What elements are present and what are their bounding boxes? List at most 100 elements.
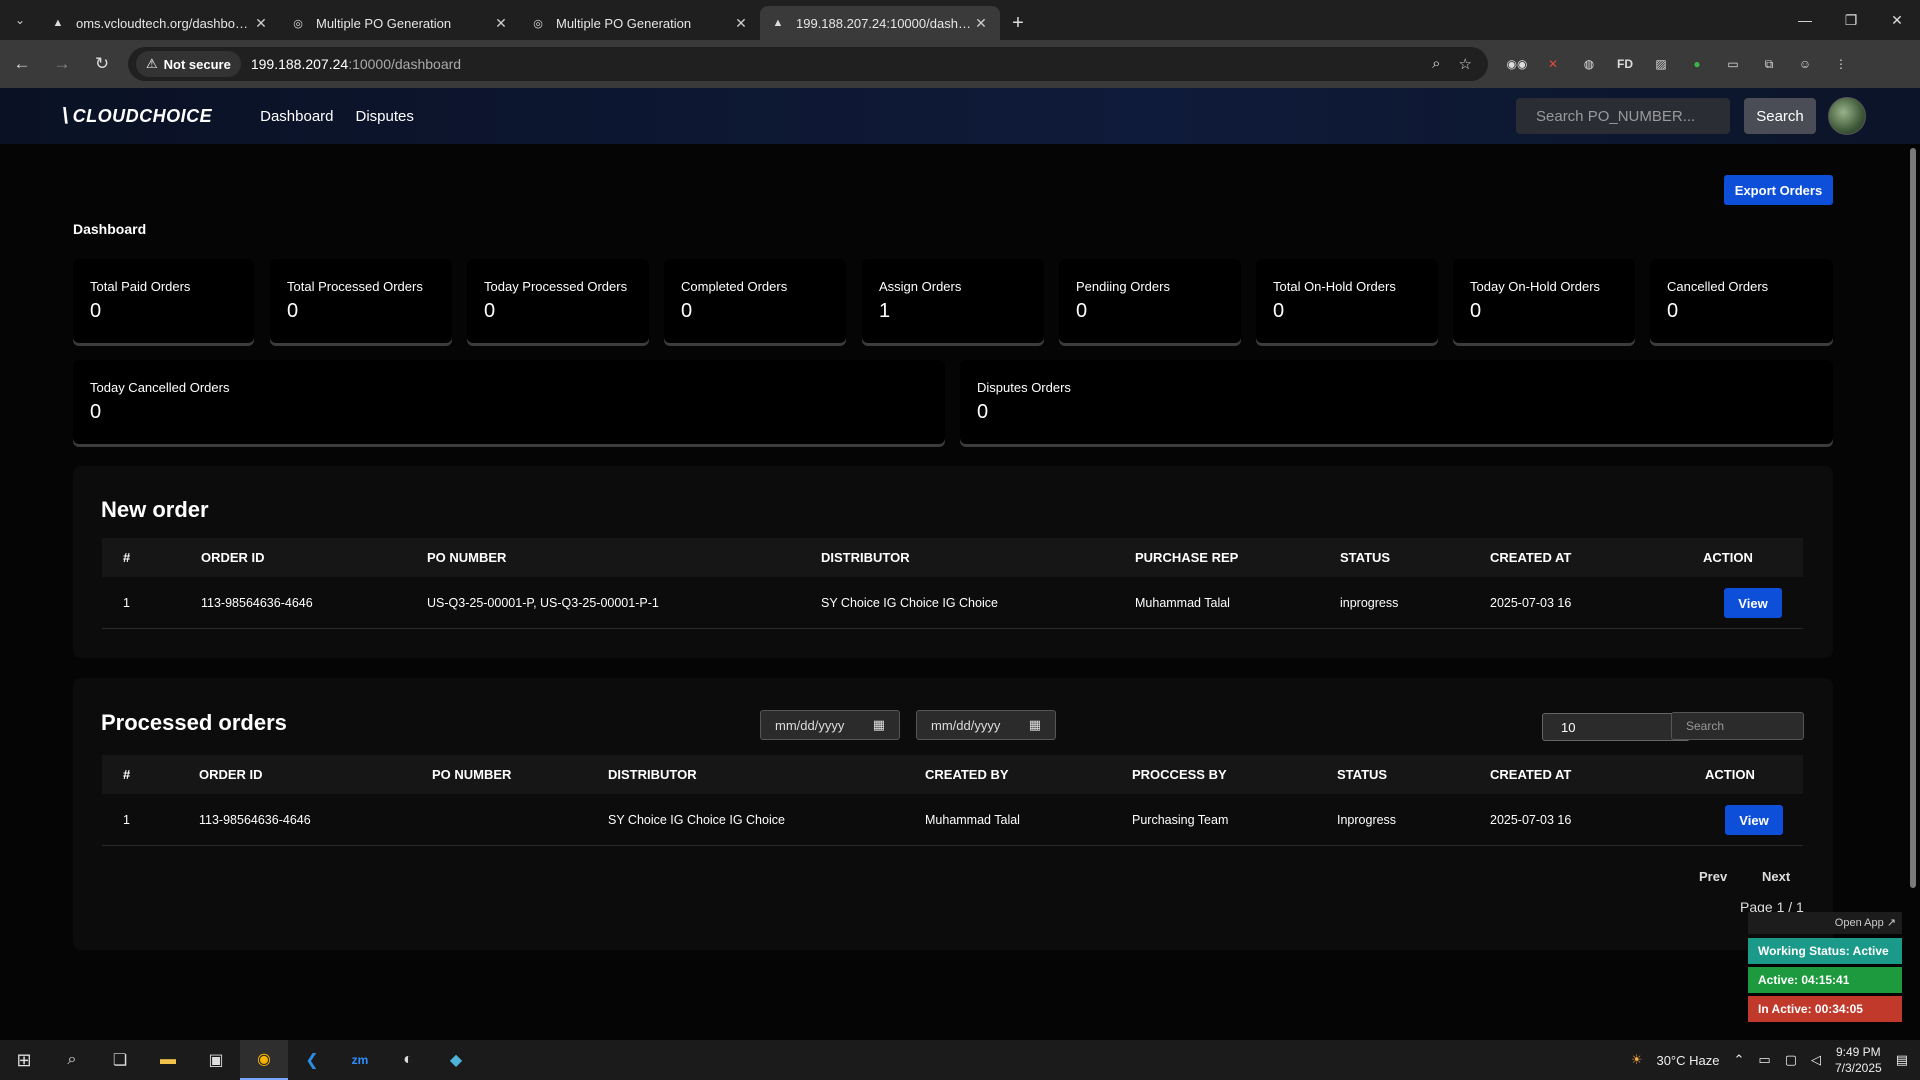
back-icon[interactable]: ← [4,46,40,82]
page-scrollbar[interactable] [1906,144,1920,1040]
extensions-puzzle-icon[interactable]: ⧉ [1758,53,1780,75]
tab-title: Multiple PO Generation [556,15,692,31]
row-status: inprogress [1340,595,1399,610]
avatar[interactable] [1828,97,1866,135]
file-explorer-icon[interactable]: ▬ [144,1040,192,1080]
profile-icon[interactable]: ☺ [1794,53,1816,75]
minimize-icon[interactable]: — [1782,0,1828,40]
stat-label: Today Cancelled Orders [90,380,230,395]
scrollbar-thumb[interactable] [1910,148,1916,888]
tab-search-icon[interactable]: ⌄ [0,0,40,40]
row-distributor: SY Choice IG Choice IG Choice [821,595,998,610]
zoom-icon[interactable]: ⌕ [1432,55,1440,73]
stat-value: 1 [879,300,891,322]
browser-menu-icon[interactable]: ⋮ [1830,53,1852,75]
stat-label: Cancelled Orders [1667,279,1769,294]
clock[interactable]: 9:49 PM 7/3/2025 [1835,1044,1882,1076]
network-icon[interactable]: ▢ [1785,1052,1797,1068]
col-created-by: CREATED BY [925,767,1009,782]
page-size-select[interactable]: 10 ⌄ [1542,713,1690,741]
stat-label: Total Paid Orders [90,279,191,294]
browser-tab-2[interactable]: ◎ Multiple PO Generation ✕ [280,6,520,40]
col-order-id: ORDER ID [199,767,263,782]
date-from-input[interactable]: mm/dd/yyyy ▦ [760,710,900,740]
stat-label: Disputes Orders [977,380,1071,395]
header-search-area: Search [1516,97,1866,135]
tab-close-icon[interactable]: ✕ [972,15,990,32]
extension-close-icon[interactable]: ✕ [1542,53,1564,75]
stat-value: 0 [287,300,299,322]
col-purchase-rep: PURCHASE REP [1135,550,1239,565]
url-text[interactable]: 199.188.207.24:10000/dashboard [251,56,461,72]
new-tab-icon[interactable]: + [1000,6,1036,40]
browser-tab-3[interactable]: ◎ Multiple PO Generation ✕ [520,6,760,40]
forward-icon[interactable]: → [44,46,80,82]
nav-dashboard[interactable]: Dashboard [260,108,333,125]
row-order-id: 113-98564636-4646 [199,812,311,827]
volume-icon[interactable]: ◁ [1811,1052,1821,1068]
battery-icon[interactable]: ▭ [1758,1052,1770,1068]
tray-chevron-icon[interactable]: ⌃ [1733,1052,1744,1068]
date-to-input[interactable]: mm/dd/yyyy ▦ [916,710,1056,740]
open-app-link[interactable]: Open App ↗ [1748,912,1902,934]
next-page-button[interactable]: Next [1762,869,1790,884]
browser-tab-1[interactable]: ▲ oms.vcloudtech.org/dashboard ✕ [40,6,280,40]
col-action: ACTION [1703,550,1753,565]
logo[interactable]: \ CLOUDCHOICE [62,103,212,129]
app-drop-icon[interactable]: ◐ [384,1040,432,1080]
po-search-input[interactable] [1516,98,1730,134]
store-icon[interactable]: ▣ [192,1040,240,1080]
view-button[interactable]: View [1724,588,1782,618]
close-window-icon[interactable]: ✕ [1874,0,1920,40]
task-view-icon[interactable]: ❏ [96,1040,144,1080]
stat-card-completed: Completed Orders 0 [664,259,846,343]
page-size-value: 10 [1561,719,1576,735]
browser-tab-strip: ⌄ ▲ oms.vcloudtech.org/dashboard ✕ ◎ Mul… [0,0,1920,40]
calendar-icon[interactable]: ▦ [873,717,885,733]
export-orders-button[interactable]: Export Orders [1724,175,1833,205]
nav-disputes[interactable]: Disputes [356,108,414,125]
reload-icon[interactable]: ↻ [84,46,120,82]
search-button[interactable]: Search [1744,98,1816,134]
view-button[interactable]: View [1725,805,1783,835]
date-to-placeholder: mm/dd/yyyy [931,717,1001,733]
security-chip[interactable]: ⚠ Not secure [136,51,241,77]
extension-fd-icon[interactable]: FD [1614,53,1636,75]
bookmark-star-icon[interactable]: ☆ [1459,55,1472,73]
vscode-icon[interactable]: ❮ [288,1040,336,1080]
notifications-icon[interactable]: ▤ [1896,1052,1908,1068]
browser-tab-4[interactable]: ▲ 199.188.207.24:10000/dashboard ✕ [760,6,1000,40]
stat-card-cancelled: Cancelled Orders 0 [1650,259,1833,343]
stat-label: Today Processed Orders [484,279,628,294]
chrome-icon[interactable]: ◉ [240,1040,288,1080]
stat-value: 0 [977,401,989,423]
weather-icon[interactable]: ☀ [1631,1052,1643,1068]
extension-cast-icon[interactable]: ▭ [1722,53,1744,75]
tab-close-icon[interactable]: ✕ [732,15,750,32]
omnibox[interactable]: ⚠ Not secure 199.188.207.24:10000/dashbo… [128,47,1488,81]
extension-green-icon[interactable]: ● [1686,53,1708,75]
prev-page-button[interactable]: Prev [1699,869,1727,884]
search-icon[interactable]: ⌕ [48,1040,96,1080]
tab-close-icon[interactable]: ✕ [492,15,510,32]
extension-globe-icon[interactable]: ◍ [1578,53,1600,75]
col-process-by: PROCCESS BY [1132,767,1227,782]
app-diamond-icon[interactable]: ◆ [432,1040,480,1080]
table-row: 1 113-98564636-4646 US-Q3-25-00001-P, US… [102,577,1803,629]
processed-orders-title: Processed orders [101,710,287,735]
logo-mark-icon: \ [62,103,69,128]
row-order-id: 113-98564636-4646 [201,595,313,610]
weather-text[interactable]: 30°C Haze [1656,1053,1719,1068]
extension-glasses-icon[interactable]: ◉◉ [1506,53,1528,75]
system-tray: ☀ 30°C Haze ⌃ ▭ ▢ ◁ 9:49 PM 7/3/2025 ▤ [1631,1044,1920,1076]
windows-start-icon[interactable]: ⊞ [0,1040,48,1080]
zoom-app-icon[interactable]: zm [336,1040,384,1080]
stat-card-today-cancelled: Today Cancelled Orders 0 [73,360,945,444]
tab-close-icon[interactable]: ✕ [252,15,270,32]
table-search-input[interactable] [1671,712,1804,740]
extension-image-icon[interactable]: ▨ [1650,53,1672,75]
col-num: # [123,550,131,565]
stat-card-pending: Pendiing Orders 0 [1059,259,1241,343]
calendar-icon[interactable]: ▦ [1029,717,1041,733]
restore-icon[interactable]: ❐ [1828,0,1874,40]
